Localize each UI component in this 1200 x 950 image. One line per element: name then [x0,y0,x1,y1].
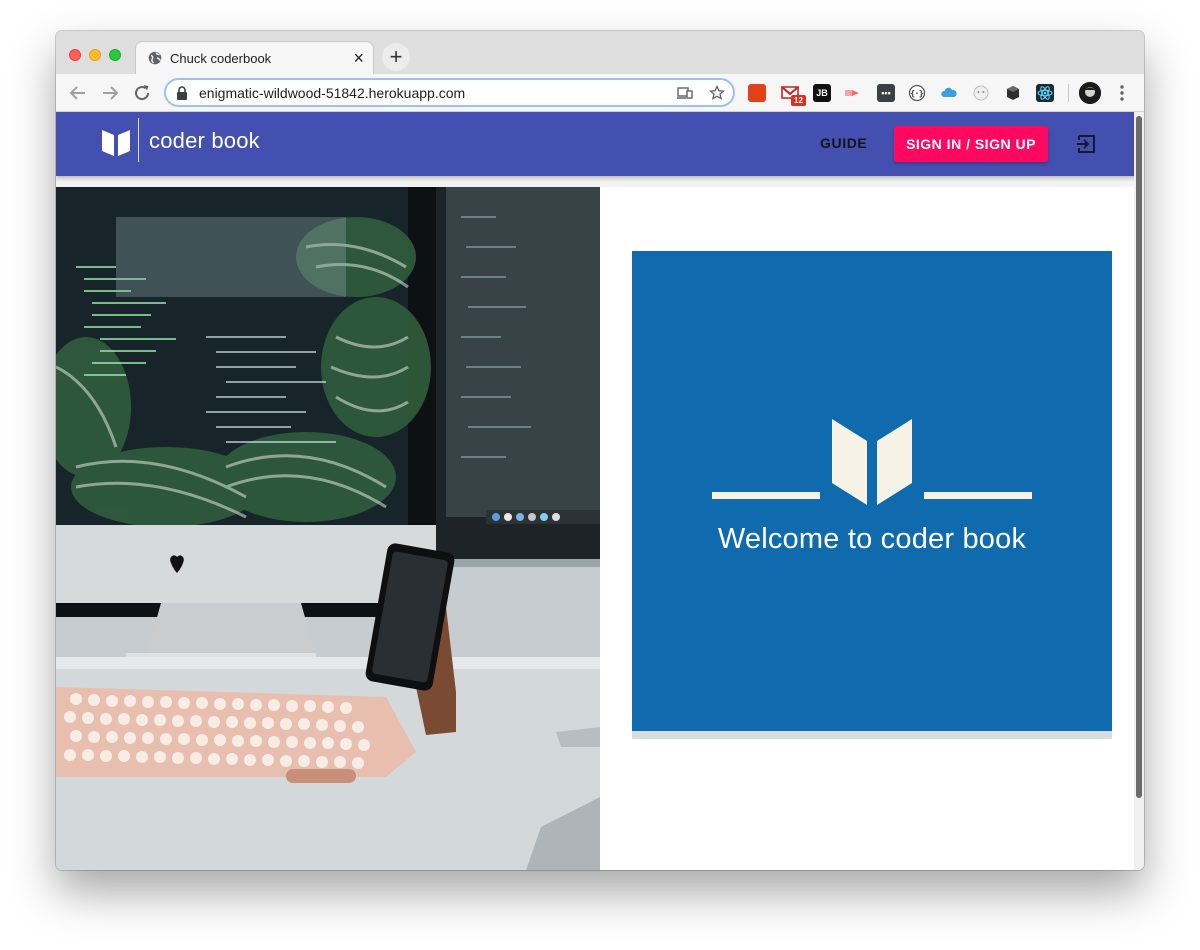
brand-name[interactable]: coder book [149,128,260,154]
cube-glyph [1007,86,1019,100]
tab-close-icon[interactable]: × [353,48,364,68]
browser-tab[interactable]: Chuck coderbook × [135,41,374,75]
arrow-ext-glyph [845,90,859,96]
tab-strip: Chuck coderbook × + [56,31,1144,75]
back-icon[interactable] [66,81,90,105]
react-devtools-icon[interactable] [1036,84,1054,102]
guide-link[interactable]: GUIDE [820,135,867,151]
lock-icon [177,86,187,100]
url-text: enigmatic-wildwood-51842.herokuapp.com [199,85,466,101]
login-icon[interactable] [1076,133,1098,155]
svg-text:{·}: {·} [910,89,924,98]
face-glyph [973,85,989,101]
braces-glyph: {·} [908,84,926,102]
desk-computer-illustration [56,187,600,870]
forward-icon[interactable] [98,81,122,105]
scrollbar-thumb[interactable] [1136,116,1142,798]
office-icon[interactable] [748,84,766,102]
address-bar[interactable]: enigmatic-wildwood-51842.herokuapp.com [164,78,735,107]
workspace-photo [56,187,600,870]
gmail-icon[interactable]: 12 [781,84,806,106]
close-window-button[interactable] [69,49,81,61]
browser-toolbar: enigmatic-wildwood-51842.herokuapp.com 1… [56,74,1144,112]
welcome-heading: Welcome to coder book [717,523,1027,555]
reload-icon[interactable] [130,81,154,105]
page-content: Welcome to coder book [56,187,1134,870]
browser-menu-icon[interactable] [1116,82,1128,104]
cloud-glyph [941,87,957,97]
toolbar-separator [1068,84,1069,102]
react-atom-glyph [1037,86,1053,100]
gmail-badge: 12 [791,95,806,106]
cast-ext-icon[interactable] [843,84,861,102]
cube-icon[interactable] [1004,84,1022,102]
sign-in-button[interactable]: SIGN IN / SIGN UP [894,126,1048,162]
app-bar: coder book GUIDE SIGN IN / SIGN UP [56,112,1144,176]
browser-window: Chuck coderbook × + enigmatic-wildwood-5… [56,31,1144,870]
globe-icon [148,51,162,65]
welcome-banner: Welcome to coder book [632,251,1112,731]
book-logo-icon [712,419,1032,505]
tab-title: Chuck coderbook [170,51,272,66]
cloud-icon[interactable] [940,84,958,102]
page-scrollbar[interactable] [1134,112,1144,870]
maximize-window-button[interactable] [109,49,121,61]
logo-divider [138,118,139,162]
lastpass-icon[interactable]: ••• [877,84,895,102]
coderbook-logo-icon[interactable] [100,126,132,158]
avatar-face-icon [1079,82,1101,104]
face-ext-icon[interactable] [972,84,990,102]
json-viewer-icon[interactable]: {·} [908,84,926,102]
profile-avatar[interactable] [1079,82,1101,104]
web-page: coder book GUIDE SIGN IN / SIGN UP Welco… [56,112,1144,870]
new-tab-button[interactable]: + [382,43,410,71]
minimize-window-button[interactable] [89,49,101,61]
jetbrains-icon[interactable]: JB [813,84,831,102]
bookmark-star-icon[interactable] [709,85,725,101]
banner-shadow [632,731,1112,739]
install-app-icon[interactable] [677,85,693,101]
